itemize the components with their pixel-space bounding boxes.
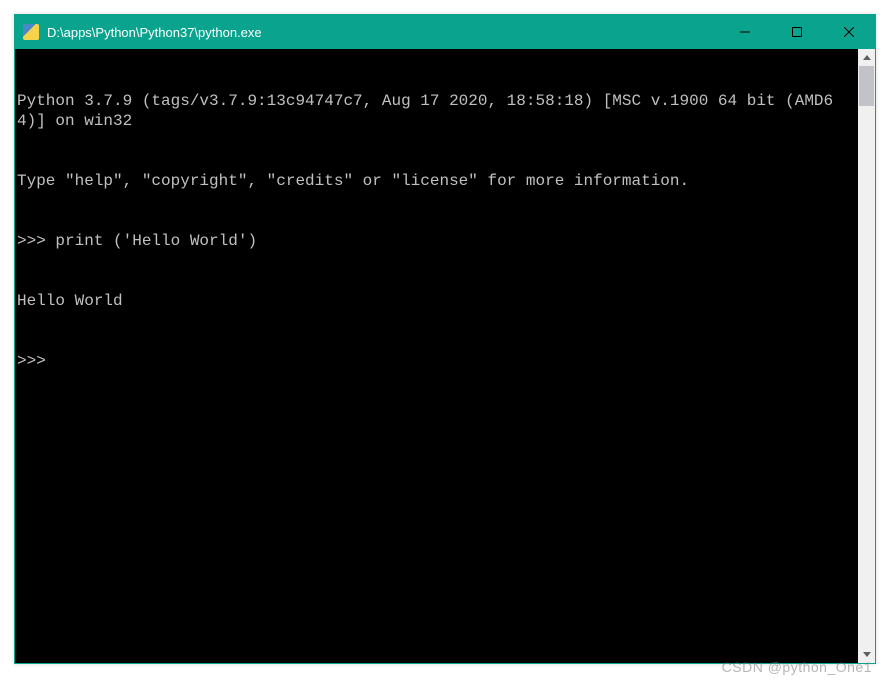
window-controls [719,15,875,49]
maximize-button[interactable] [771,15,823,49]
scroll-thumb[interactable] [859,66,874,106]
window-title: D:\apps\Python\Python37\python.exe [47,25,719,40]
chevron-down-icon [863,652,871,657]
maximize-icon [792,27,802,37]
terminal-line: Type "help", "copyright", "credits" or "… [17,171,858,191]
titlebar[interactable]: D:\apps\Python\Python37\python.exe [15,15,875,49]
terminal-line: Hello World [17,291,858,311]
terminal-line: >>> print ('Hello World') [17,231,858,251]
minimize-button[interactable] [719,15,771,49]
app-window: D:\apps\Python\Python37\python.exe Pytho… [14,14,876,664]
minimize-icon [740,27,750,37]
content-area: Python 3.7.9 (tags/v3.7.9:13c94747c7, Au… [15,49,875,663]
close-button[interactable] [823,15,875,49]
python-icon [23,24,39,40]
close-icon [844,27,854,37]
terminal-output[interactable]: Python 3.7.9 (tags/v3.7.9:13c94747c7, Au… [15,49,858,663]
terminal-prompt: >>> [17,351,858,371]
scroll-up-button[interactable] [858,49,875,66]
vertical-scrollbar[interactable] [858,49,875,663]
chevron-up-icon [863,55,871,60]
terminal-line: Python 3.7.9 (tags/v3.7.9:13c94747c7, Au… [17,91,858,131]
scroll-down-button[interactable] [858,646,875,663]
